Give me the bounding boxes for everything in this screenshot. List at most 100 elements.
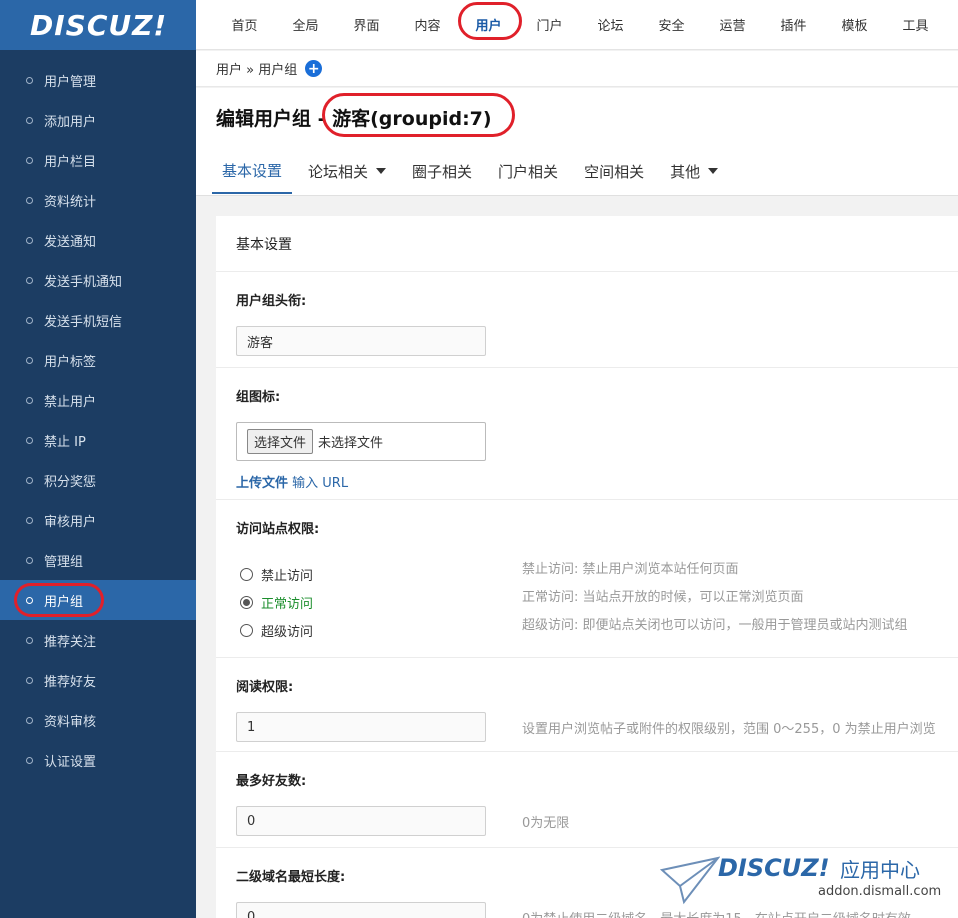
settings-tab[interactable]: 圈子相关 [402, 148, 482, 194]
bullet-icon [26, 196, 33, 204]
sidebar-item-label: 资料统计 [44, 194, 97, 210]
bullet-icon [26, 396, 33, 404]
sidebar-item[interactable]: 资料审核 [0, 700, 196, 740]
upload-file-link[interactable]: 上传文件 [236, 476, 288, 491]
top-nav-item[interactable]: 首页 [214, 15, 275, 34]
sidebar-item[interactable]: 管理组 [0, 540, 196, 580]
top-nav: 首页 全局 界面 内容 用户 门户 论坛 安全 运营 插件 模板 工具 [196, 0, 958, 50]
top-nav-item[interactable]: 插件 [763, 15, 824, 34]
top-nav-item[interactable]: 运营 [702, 15, 763, 34]
sidebar-item[interactable]: 禁止用户 [0, 380, 196, 420]
add-shortcut-icon[interactable]: + [305, 60, 323, 77]
sidebar-item-label: 推荐关注 [44, 634, 97, 650]
settings-tab[interactable]: 基本设置 [212, 148, 293, 194]
bullet-icon [26, 316, 33, 324]
sidebar-item[interactable]: 审核用户 [0, 500, 196, 540]
sidebar-item[interactable]: 资料统计 [0, 180, 196, 220]
settings-tab[interactable]: 论坛相关 [298, 148, 396, 194]
sidebar-item-label: 资料审核 [44, 714, 97, 730]
bullet-icon [26, 116, 33, 124]
sidebar-item[interactable]: 用户管理 [0, 60, 196, 100]
sidebar-item[interactable]: 发送手机通知 [0, 260, 196, 300]
top-nav-item[interactable]: 门户 [519, 15, 580, 34]
bullet-icon [26, 436, 33, 444]
sidebar-item[interactable]: 推荐关注 [0, 620, 196, 660]
access-option-label: 超级访问 [261, 624, 314, 640]
choose-file-button[interactable]: 选择文件 [247, 429, 314, 454]
sidebar-item[interactable]: 用户组 [0, 580, 196, 620]
top-nav-item[interactable]: 用户 [458, 2, 522, 40]
top-nav-item[interactable]: 安全 [641, 15, 702, 34]
sidebar-menu: 用户管理添加用户用户栏目资料统计发送通知 发送手机通知 发送手机短信 用户标签禁止用户… [0, 50, 196, 780]
tab-label: 门户相关 [498, 162, 559, 181]
settings-tab[interactable]: 空间相关 [574, 148, 654, 194]
max-friends-section: 最多好友数: 0为无限 [216, 752, 958, 848]
top-nav-item[interactable]: 论坛 [580, 15, 641, 34]
read-perm-label: 阅读权限: [236, 680, 294, 695]
group-title-label: 用户组头衔: [236, 294, 307, 309]
settings-tab[interactable]: 其他 [660, 148, 728, 194]
breadcrumb-text[interactable]: 用户 » 用户组 [216, 59, 297, 78]
domain-len-input[interactable] [236, 902, 486, 918]
tab-label: 圈子相关 [412, 162, 473, 181]
bullet-icon [26, 76, 33, 84]
top-nav-item[interactable]: 工具 [885, 15, 946, 34]
sidebar-item[interactable]: 发送通知 [0, 220, 196, 260]
card-title: 基本设置 [216, 216, 958, 272]
bullet-icon [26, 596, 33, 604]
sidebar-item-label: 推荐好友 [44, 674, 97, 690]
group-icon-label: 组图标: [236, 390, 281, 405]
access-option[interactable]: 正常访问 [240, 588, 313, 616]
input-url-link[interactable]: 输入 URL [292, 476, 348, 491]
settings-tab[interactable]: 门户相关 [488, 148, 568, 194]
access-option[interactable]: 禁止访问 [240, 560, 313, 588]
bullet-icon [26, 356, 33, 364]
top-nav-item[interactable]: 内容 [397, 15, 458, 34]
sidebar-item[interactable]: 推荐好友 [0, 660, 196, 700]
page-title: 编辑用户组 - 游客(groupid:7) [216, 108, 492, 130]
sidebar-item-label: 禁止用户 [44, 394, 97, 410]
bullet-icon [26, 276, 33, 284]
top-nav-label: 门户 [536, 19, 563, 34]
bullet-icon [26, 156, 33, 164]
read-perm-section: 阅读权限: 设置用户浏览帖子或附件的权限级别，范围 0～255，0 为禁止用户浏… [216, 658, 958, 752]
group-title-input[interactable] [236, 326, 486, 356]
sidebar-item[interactable]: 用户栏目 [0, 140, 196, 180]
top-nav-item[interactable]: 界面 [336, 15, 397, 34]
max-friends-hint: 0为无限 [522, 816, 570, 831]
access-hint-line: 正常访问: 当站点开放的时候，可以正常浏览页面 [522, 590, 804, 605]
radio-button[interactable] [240, 623, 253, 637]
sidebar-item[interactable]: 认证设置 [0, 740, 196, 780]
domain-len-hint: 0为禁止使用二级域名，最大长度为15，在站点开启二级域名时有效 [522, 908, 911, 918]
bullet-icon [26, 636, 33, 644]
read-perm-hint: 设置用户浏览帖子或附件的权限级别，范围 0～255，0 为禁止用户浏览 [522, 722, 936, 737]
sidebar: DISCUZ! 用户管理添加用户用户栏目资料统计发送通知 发送手机通知 发送手机短信… [0, 0, 196, 918]
sidebar-item[interactable]: 禁止 IP [0, 420, 196, 460]
access-option-label: 禁止访问 [261, 568, 314, 584]
sidebar-item-label: 用户管理 [44, 74, 97, 90]
top-nav-item[interactable]: 模板 [824, 15, 885, 34]
file-picker: 选择文件 未选择文件 [236, 422, 486, 461]
top-nav-label: 全局 [292, 19, 319, 34]
radio-button[interactable] [240, 567, 253, 581]
tab-label: 论坛相关 [308, 162, 369, 181]
access-option[interactable]: 超级访问 [240, 616, 313, 644]
sidebar-item-label: 管理组 [44, 554, 84, 570]
sidebar-item[interactable]: 发送手机短信 [0, 300, 196, 340]
bullet-icon [26, 716, 33, 724]
sidebar-item-label: 添加用户 [44, 114, 97, 130]
top-nav-label: 界面 [353, 19, 380, 34]
page-header: 编辑用户组 - 游客(groupid:7) 基本设置 论坛相关 圈子相关 门户相关 空间… [196, 88, 958, 196]
max-friends-input[interactable] [236, 806, 486, 836]
top-nav-item[interactable]: 全局 [275, 15, 336, 34]
logo[interactable]: DISCUZ! [0, 0, 196, 50]
sidebar-item[interactable]: 添加用户 [0, 100, 196, 140]
radio-button[interactable] [240, 595, 253, 609]
upload-links: 上传文件 输入 URL [236, 472, 348, 491]
tab-label: 基本设置 [222, 161, 283, 180]
read-perm-input[interactable] [236, 712, 486, 742]
logo-text: DISCUZ! [30, 8, 168, 42]
sidebar-item[interactable]: 积分奖惩 [0, 460, 196, 500]
sidebar-item[interactable]: 用户标签 [0, 340, 196, 380]
group-icon-section: 组图标: 选择文件 未选择文件 上传文件 输入 URL [216, 368, 958, 500]
